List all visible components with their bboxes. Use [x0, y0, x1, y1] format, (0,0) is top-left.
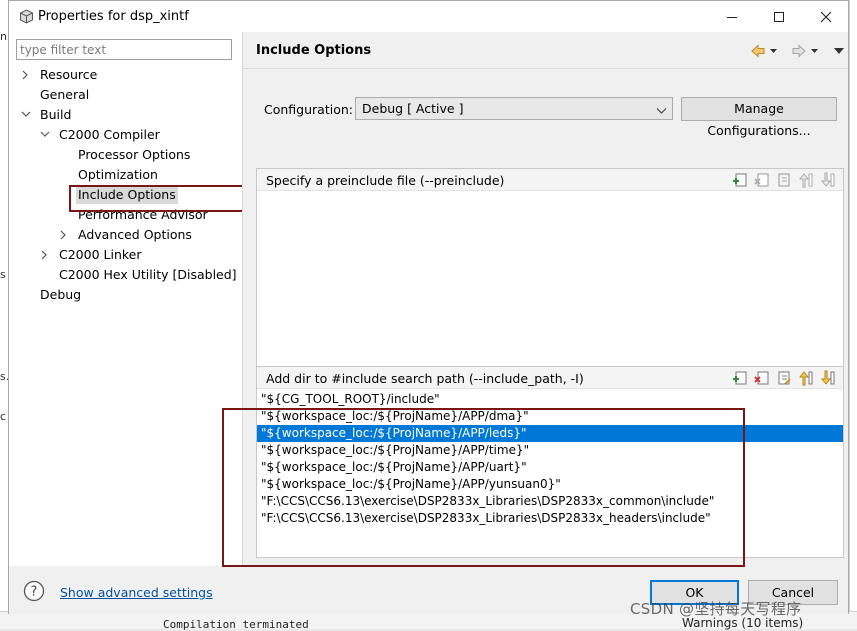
background-window-edge-right [849, 0, 857, 629]
forward-arrow-icon [792, 44, 818, 58]
manage-configurations-button[interactable]: Manage Configurations... [681, 97, 837, 138]
tree-item-debug[interactable]: Debug [40, 285, 81, 305]
add-icon[interactable] [732, 172, 748, 188]
title-bar: Properties for dsp_xintf [9, 1, 848, 32]
maximize-icon [774, 11, 784, 22]
annotation-highlight-box [222, 408, 745, 567]
tree-item-label: C2000 Compiler [59, 127, 160, 142]
configuration-label: Configuration: [264, 102, 353, 117]
tree-item-label: C2000 Linker [59, 247, 142, 262]
tree-item-processor-options[interactable]: Processor Options [78, 145, 190, 165]
filter-input[interactable] [16, 39, 232, 60]
tree-item-c2000-compiler[interactable]: C2000 Compiler [40, 125, 160, 145]
tree-item-c2000-linker[interactable]: C2000 Linker [40, 245, 142, 265]
tree-item-c2000-hex-utility[interactable]: C2000 Hex Utility [Disabled] [59, 265, 237, 285]
tree-item-general[interactable]: General [40, 85, 89, 105]
expand-arrow-icon[interactable] [21, 65, 31, 85]
configuration-value: Debug [ Active ] [362, 101, 464, 116]
edit-icon[interactable] [776, 172, 792, 188]
collapse-arrow-icon[interactable] [40, 125, 50, 145]
background-glyph: s [0, 268, 6, 281]
view-menu-icon [834, 48, 844, 54]
list-item[interactable]: "${CG_TOOL_ROOT}/include" [257, 391, 843, 408]
back-arrow-icon [751, 44, 777, 58]
tree-item-label: Advanced Options [78, 227, 192, 242]
tree-item-label: C2000 Hex Utility [Disabled] [59, 267, 237, 282]
edit-icon[interactable] [776, 370, 792, 386]
maximize-button[interactable] [756, 1, 802, 32]
console-text: Compilation terminated [163, 618, 309, 631]
move-up-icon[interactable] [798, 370, 814, 386]
background-glyph: c [0, 410, 7, 423]
page-title: Include Options [256, 43, 372, 58]
show-advanced-settings-link[interactable]: Show advanced settings [60, 585, 213, 600]
window-title: Properties for dsp_xintf [38, 9, 189, 24]
minimize-icon [727, 16, 737, 18]
move-down-icon[interactable] [820, 172, 836, 188]
view-menu-button[interactable] [834, 43, 844, 59]
tree-item-resource[interactable]: Resource [21, 65, 97, 85]
collapse-arrow-icon[interactable] [21, 105, 31, 125]
background-window-edge: n s s. c [0, 0, 9, 629]
svg-text:?: ? [31, 585, 38, 600]
tree-item-label: Optimization [78, 167, 158, 182]
include-path-group-header: Add dir to #include search path (--inclu… [257, 367, 843, 389]
delete-icon[interactable] [754, 172, 770, 188]
expand-arrow-icon[interactable] [59, 225, 69, 245]
tree-item-optimization[interactable]: Optimization [78, 165, 158, 185]
preinclude-group-header: Specify a preinclude file (--preinclude) [257, 169, 843, 191]
forward-button[interactable] [792, 43, 818, 59]
move-up-icon[interactable] [798, 172, 814, 188]
back-button[interactable] [751, 43, 777, 59]
tree-item-label: Processor Options [78, 147, 191, 162]
add-icon[interactable] [732, 370, 748, 386]
move-down-icon[interactable] [820, 370, 836, 386]
tree-item-build[interactable]: Build [21, 105, 71, 125]
preinclude-group: Specify a preinclude file (--preinclude) [256, 168, 844, 368]
tree-item-label: General [40, 87, 90, 102]
chevron-down-icon [656, 103, 667, 118]
annotation-highlight-box [69, 185, 244, 212]
tree-item-label: Build [40, 107, 72, 122]
include-path-title: Add dir to #include search path (--inclu… [266, 371, 584, 386]
minimize-button[interactable] [709, 1, 755, 32]
watermark: CSDN @坚持每天写程序 [630, 600, 802, 618]
delete-icon[interactable] [754, 370, 770, 386]
expand-arrow-icon[interactable] [40, 245, 50, 265]
preinclude-title: Specify a preinclude file (--preinclude) [266, 173, 505, 188]
background-glyph: n [0, 30, 7, 43]
tree-item-label: Resource [40, 67, 98, 82]
close-button[interactable] [803, 1, 849, 32]
tree-item-advanced-options[interactable]: Advanced Options [59, 225, 192, 245]
help-icon[interactable]: ? [23, 580, 45, 605]
tree-item-label: Debug [40, 287, 82, 302]
configuration-select[interactable]: Debug [ Active ] [355, 97, 673, 120]
close-icon [820, 11, 832, 22]
project-icon [19, 9, 34, 24]
page-header: Include Options [243, 32, 848, 69]
